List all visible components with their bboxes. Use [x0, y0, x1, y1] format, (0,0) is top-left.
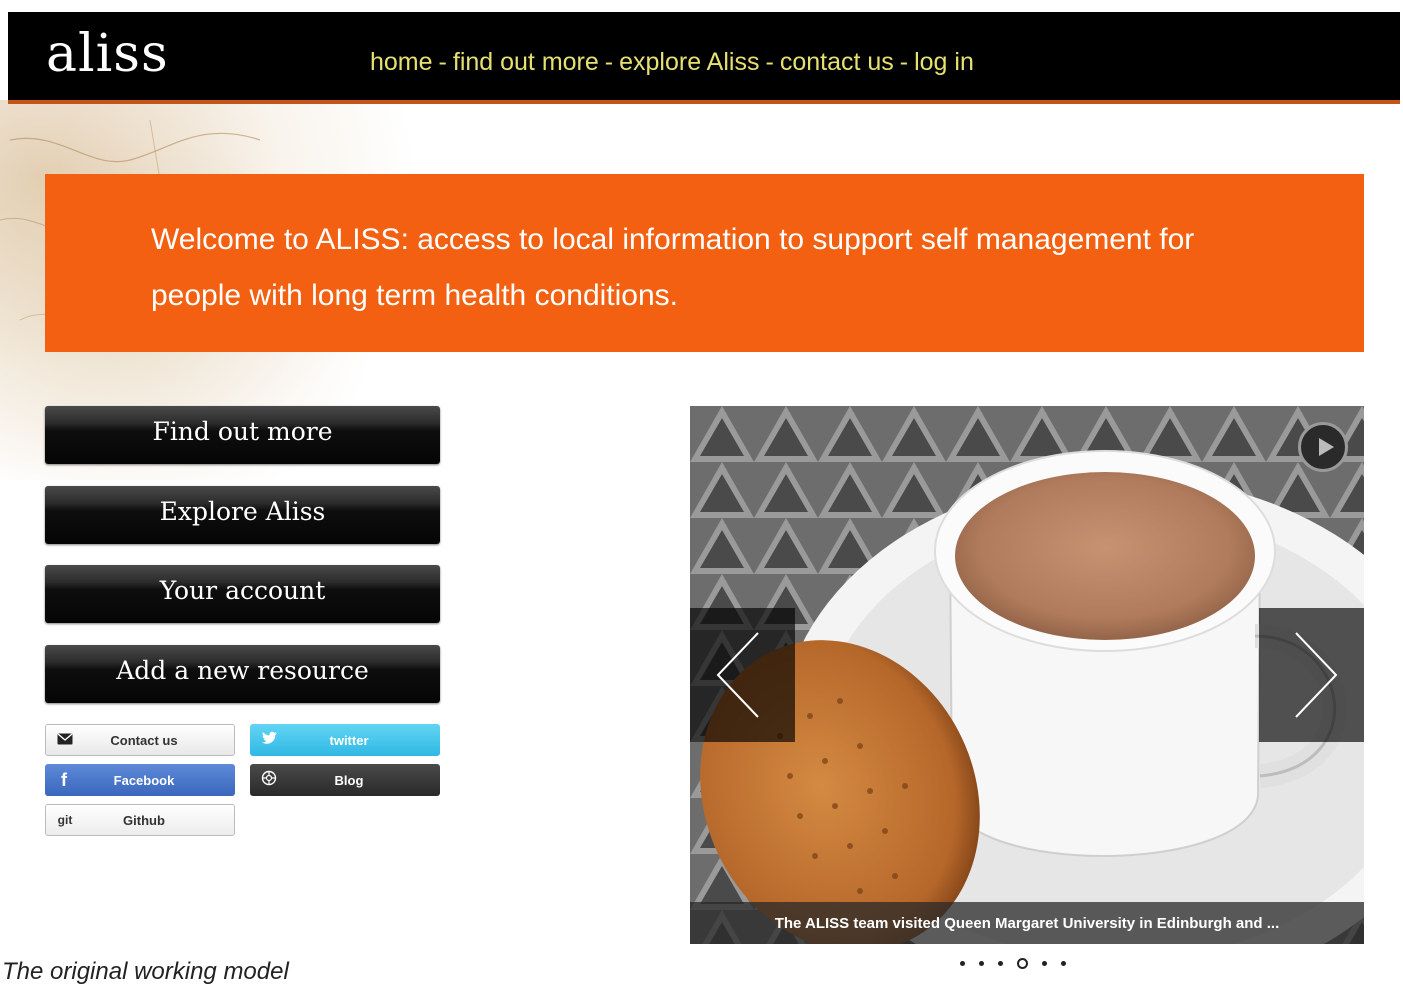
contact-us-button[interactable]: Contact us — [45, 724, 235, 756]
site-header: aliss home - find out more - explore Aliss - c… — [8, 12, 1400, 104]
slider-dot[interactable] — [1061, 960, 1066, 966]
site-logo[interactable]: aliss — [46, 26, 169, 82]
nav-home[interactable]: home — [370, 48, 433, 76]
nav-find-out-more[interactable]: find out more — [453, 48, 599, 76]
chevron-right-icon — [1295, 632, 1338, 718]
contact-us-label: Contact us — [110, 732, 178, 748]
your-account-button[interactable]: Your account — [45, 565, 440, 623]
nav-separator: - — [765, 48, 774, 76]
blog-button[interactable]: Blog — [250, 764, 440, 796]
slider-dot[interactable] — [1042, 960, 1047, 966]
slider-dots — [960, 955, 1066, 971]
nav-separator: - — [438, 48, 447, 76]
add-new-resource-button[interactable]: Add a new resource — [45, 645, 440, 703]
find-out-more-label: Find out more — [152, 416, 333, 446]
nav-separator: - — [604, 48, 614, 76]
slider-next-button[interactable] — [1259, 608, 1364, 742]
facebook-button[interactable]: f Facebook — [45, 764, 235, 796]
explore-aliss-button[interactable]: Explore Aliss — [45, 486, 440, 544]
facebook-label: Facebook — [113, 772, 175, 788]
envelope-icon — [54, 732, 76, 749]
nav-contact-us[interactable]: contact us — [780, 48, 894, 76]
blog-label: Blog — [334, 772, 364, 788]
twitter-bird-icon — [258, 731, 280, 749]
find-out-more-button[interactable]: Find out more — [45, 406, 440, 464]
chevron-left-icon — [716, 632, 759, 718]
explore-aliss-label: Explore Aliss — [159, 496, 326, 526]
slider-dot[interactable] — [1017, 957, 1028, 969]
nav-separator: - — [899, 48, 909, 76]
nav-explore-aliss[interactable]: explore Aliss — [619, 48, 759, 76]
facebook-f-icon: f — [61, 769, 67, 790]
add-new-resource-label: Add a new resource — [116, 655, 369, 685]
your-account-label: Your account — [159, 575, 326, 605]
blog-icon — [258, 770, 280, 790]
github-label: Github — [123, 812, 165, 828]
slider-dot[interactable] — [998, 960, 1003, 966]
slider-dot[interactable] — [979, 960, 984, 966]
git-icon: git — [57, 813, 73, 827]
image-slider: The ALISS team visited Queen Margaret Un… — [690, 406, 1364, 944]
nav-log-in[interactable]: log in — [914, 48, 974, 76]
play-icon[interactable] — [1298, 422, 1348, 472]
footnote-caption: The original working model — [2, 958, 289, 985]
slider-dot[interactable] — [960, 960, 965, 966]
welcome-text: Welcome to ALISS: access to local inform… — [151, 223, 1195, 312]
github-button[interactable]: git Github — [45, 804, 235, 836]
twitter-button[interactable]: twitter — [250, 724, 440, 756]
top-nav: home - find out more - explore Aliss - contact… — [370, 48, 974, 77]
twitter-label: twitter — [329, 732, 369, 748]
slider-prev-button[interactable] — [690, 608, 795, 742]
slide-caption: The ALISS team visited Queen Margaret Un… — [690, 902, 1364, 944]
welcome-banner: Welcome to ALISS: access to local inform… — [45, 174, 1364, 352]
